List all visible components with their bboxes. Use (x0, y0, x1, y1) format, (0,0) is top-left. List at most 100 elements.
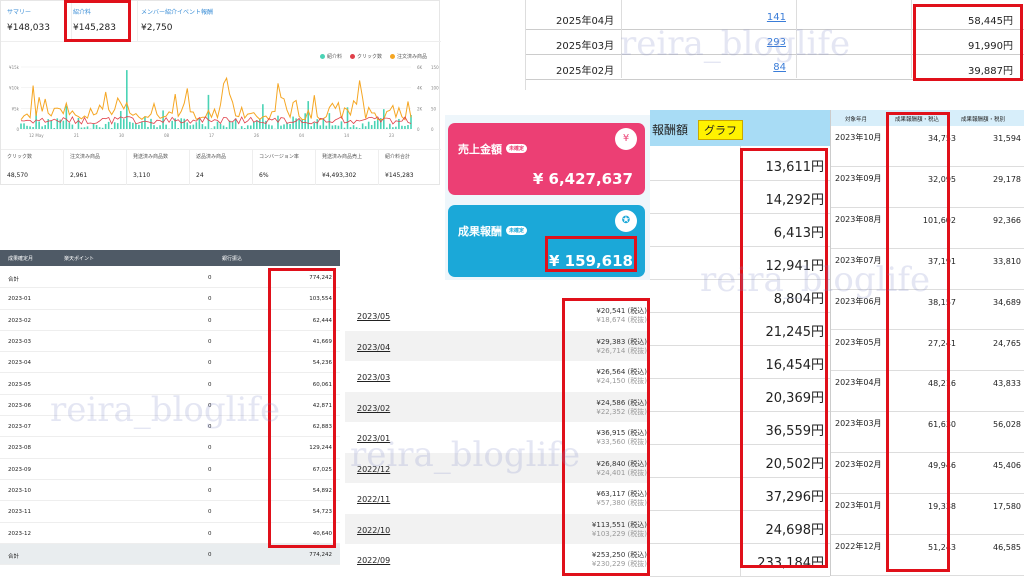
reward-value: 233,184円 (757, 552, 824, 571)
chart-bar (298, 120, 300, 129)
tax-excluded-cell: 34,689 (961, 298, 1021, 307)
points-cell: 0 (208, 318, 212, 324)
month-link[interactable]: 2022/12 (357, 465, 390, 474)
chart-bar (96, 125, 98, 129)
reward-value: 21,245円 (766, 321, 825, 340)
footer-conversion: コンバージョン率6% (253, 150, 316, 185)
chart-bar (69, 123, 71, 129)
bank-cell: 41,669 (313, 339, 332, 345)
earnings-cards: ¥ 売上金額 未確定 ¥ 6,427,637 ✪ 成果報酬 未確定 ¥ 159,… (445, 115, 650, 280)
table-row: 2023-09067,025 (0, 459, 340, 480)
table-row: 21,245円 (650, 311, 830, 346)
member-event-value: ¥2,750 (141, 23, 173, 33)
count-link[interactable]: 293 (726, 37, 786, 48)
chart-bar (205, 126, 207, 129)
month-cell: 2023-09 (8, 467, 31, 473)
tax-excluded-amount: ¥57,380 (税抜) (575, 498, 647, 508)
month-cell: 2023年05月 (835, 337, 885, 349)
x-tick-label: 08 (164, 133, 170, 138)
chart-bar (223, 126, 225, 129)
y-right-tick-label: 4K (417, 86, 423, 91)
month-cell: 2023年06月 (835, 296, 885, 308)
tab-referral-fee[interactable]: 紹介料 (73, 7, 91, 16)
month-link[interactable]: 2022/09 (357, 556, 390, 565)
monthly-reward-list: 2023/05¥20,541 (税込)¥18,674 (税抜) 2023/04 ¥2… (345, 300, 650, 576)
list-item: 2022/12¥26,840 (税込)¥24,401 (税抜) (345, 453, 650, 484)
bank-cell: 40,640 (313, 531, 332, 537)
x-tick-label: 04 (299, 133, 305, 138)
month-link[interactable]: 2023/01 (357, 434, 390, 443)
chart-bar (102, 128, 104, 129)
table-row: 20,369円 (650, 377, 830, 412)
chart-bar (63, 121, 65, 129)
reward-card: ✪ 成果報酬 未確定 ¥ 159,618 (448, 205, 645, 277)
month-link[interactable]: 2022/11 (357, 495, 390, 504)
list-item: 2023/03¥26,564 (税込)¥24,150 (税抜) (345, 361, 650, 392)
points-cell: 0 (208, 403, 212, 409)
chart-bar (193, 125, 195, 129)
reward-value: 16,454円 (766, 354, 825, 373)
month-cell: 2023-02 (8, 318, 31, 324)
reward-amount-column: 報酬額 グラフ 13,611円14,292円6,413円12,941円8,804… (650, 110, 830, 576)
monthly-table: 2025年04月14158,445円 2025年03月29391,990円 20… (525, 0, 1024, 90)
y-tick-label: ¥15k (9, 65, 20, 70)
chart-bar (289, 124, 291, 129)
bank-cell: 103,554 (309, 296, 332, 302)
tab-summary[interactable]: サマリー (7, 7, 31, 16)
tax-excluded-cell: 33,810 (961, 257, 1021, 266)
y-tick-label: ¥10k (9, 86, 20, 91)
chart-bar (338, 126, 340, 129)
tax-included-cell: 51,243 (891, 543, 956, 552)
table-row: 8,804円 (650, 278, 830, 313)
footer-sales: 発送済み商品売上¥4,493,302 (316, 150, 379, 185)
month-link[interactable]: 2023/03 (357, 373, 390, 382)
chart-bar (29, 126, 31, 129)
count-link[interactable]: 84 (726, 62, 786, 73)
reward-amount: ¥ 159,618 (549, 252, 633, 270)
reward-history-table: 対象年月 成果報酬額・税込 成果報酬額・税別 2023年10月34,75331,… (830, 110, 1024, 576)
chart-bar (217, 122, 219, 129)
table-row: 2023年04月48,21643,833 (831, 371, 1024, 412)
chart-bar (162, 110, 164, 129)
month-cell: 2023-08 (8, 445, 31, 451)
table-row: 2023-080129,244 (0, 437, 340, 458)
month-link[interactable]: 2023/02 (357, 404, 390, 413)
chart-bar (368, 122, 370, 129)
rakuten-table: 成果確定月 楽天ポイント 銀行振込 合計0774,2422023-010103,… (0, 250, 340, 576)
table-row: 20,502円 (650, 443, 830, 478)
month-link[interactable]: 2022/10 (357, 526, 390, 535)
month-link[interactable]: 2023/05 (357, 312, 390, 321)
tax-excluded-cell: 46,585 (961, 543, 1021, 552)
tax-excluded-amount: ¥24,401 (税抜) (575, 468, 647, 478)
summary-value: ¥148,033 (7, 23, 50, 33)
chart-bar (171, 121, 173, 129)
tab-member-event[interactable]: メンバー紹介イベント報酬 (141, 7, 213, 16)
month-link[interactable]: 2023/04 (357, 343, 390, 352)
y-right-tick-label: 6K (417, 65, 423, 70)
table-row: 2023年05月27,24124,765 (831, 331, 1024, 372)
table-row: 2023年03月61,63056,028 (831, 412, 1024, 453)
graph-button[interactable]: グラフ (698, 120, 743, 140)
chart-bar (374, 121, 376, 129)
chart-bar (47, 119, 49, 129)
table-row: 16,454円 (650, 344, 830, 379)
chart-bar (371, 125, 373, 129)
chart-bar (283, 124, 285, 129)
month-cell: 2023-06 (8, 403, 31, 409)
chart-bar (365, 126, 367, 129)
chart-bar (220, 124, 222, 129)
points-cell: 0 (208, 445, 212, 451)
month-cell: 2023年08月 (835, 214, 885, 226)
list-item: 2023/05¥20,541 (税込)¥18,674 (税抜) (345, 300, 650, 331)
count-link[interactable]: 141 (726, 12, 786, 23)
chart-bar (335, 125, 337, 129)
list-item: 2023/01¥36,915 (税込)¥33,560 (税抜) (345, 422, 650, 453)
performance-chart: ¥15k6K150¥10k4K100¥5k2K5000012 May213008… (1, 59, 441, 149)
chart-bar (310, 126, 312, 129)
chart-bar (301, 119, 303, 129)
chart-bar (250, 126, 252, 129)
table-header: 成果確定月 楽天ポイント 銀行振込 (0, 250, 340, 266)
footer-shipped: 発送済み商品数3,110 (127, 150, 190, 185)
tax-excluded-cell: 29,178 (961, 175, 1021, 184)
chart-bar (395, 127, 397, 129)
